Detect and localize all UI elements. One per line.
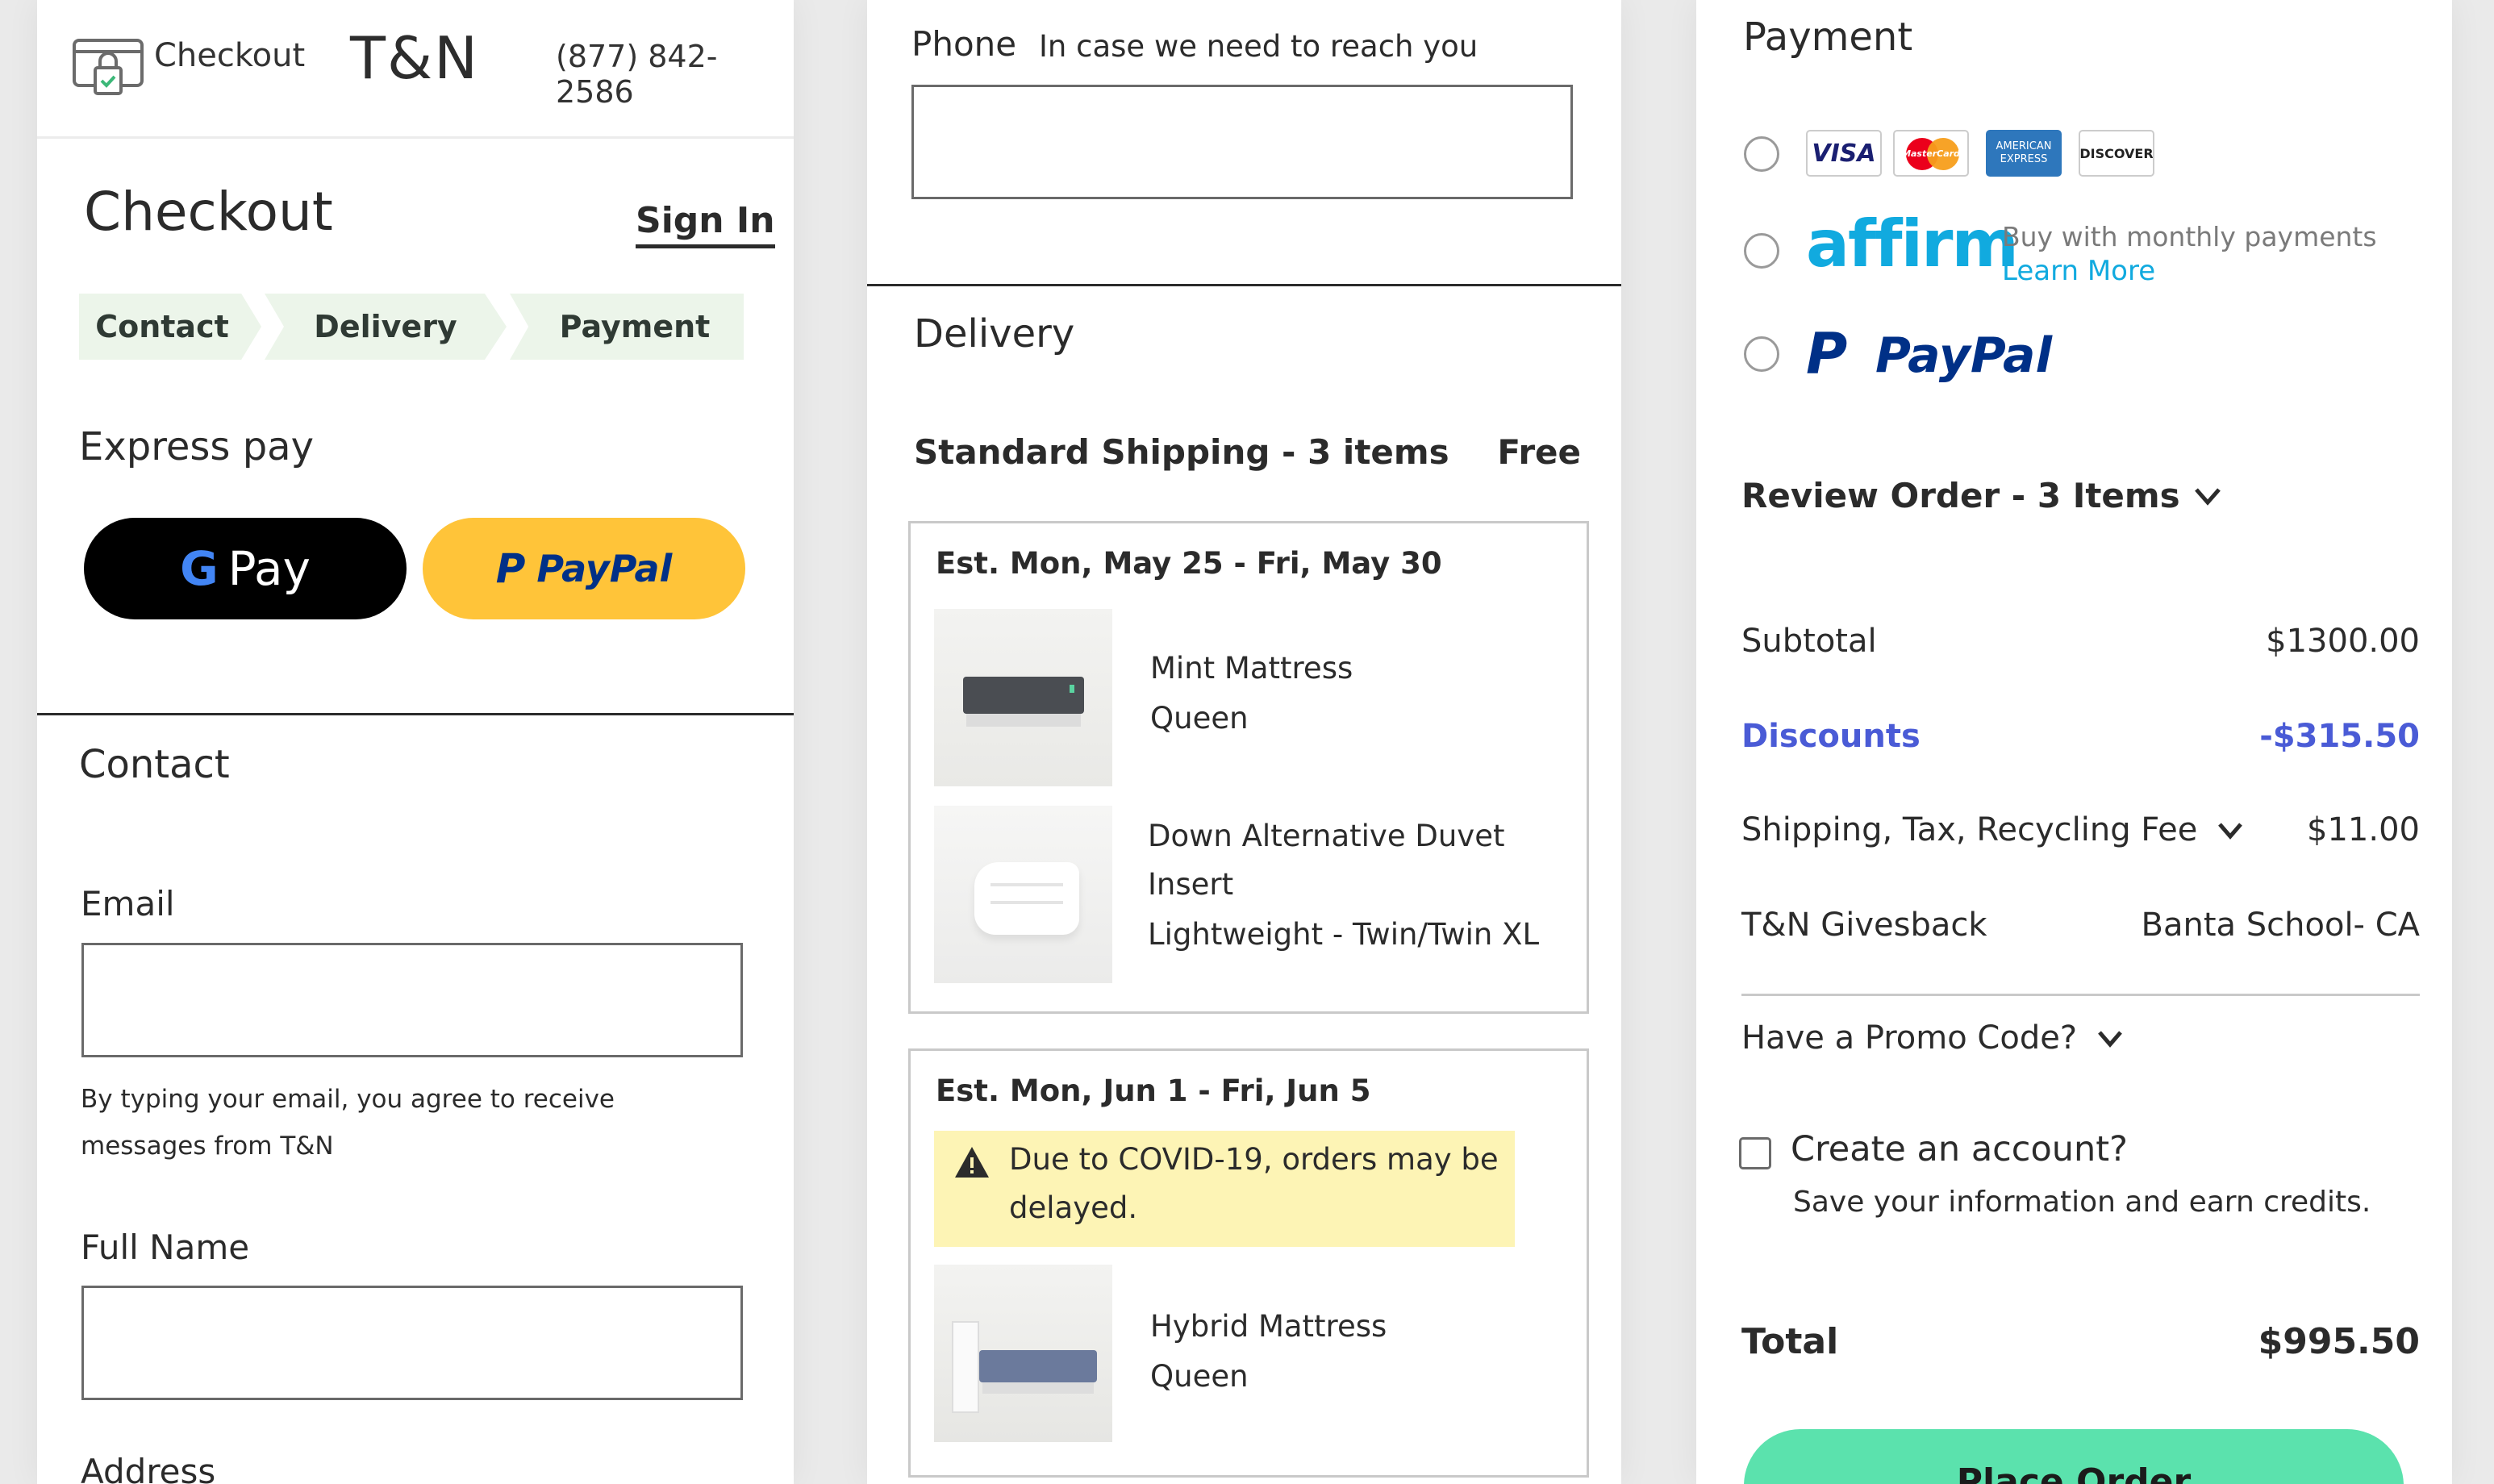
checkout-panel-delivery: Phone In case we need to reach you Deliv…	[867, 0, 1621, 1484]
discounts-label: Discounts	[1741, 718, 1921, 755]
affirm-description: Buy with monthly payments	[2002, 221, 2377, 252]
item-variant: Queen	[1150, 701, 1249, 736]
section-divider	[37, 713, 794, 715]
phone-label: Phone	[911, 24, 1017, 64]
brand-logo[interactable]: T&N	[350, 24, 479, 92]
item-variant: Lightweight - Twin/Twin XL	[1148, 917, 1540, 952]
create-account-label[interactable]: Create an account?	[1791, 1129, 2128, 1169]
google-g-icon: G	[180, 541, 219, 596]
place-order-button[interactable]: Place Order	[1744, 1429, 2404, 1484]
section-divider	[867, 284, 1621, 286]
header-checkout-label: Checkout	[154, 37, 306, 74]
paypal-logo-icon: P	[1806, 321, 1848, 387]
subtotal-value: $1300.00	[2266, 623, 2420, 660]
phone-hint: In case we need to reach you	[1039, 29, 1478, 64]
delivery-section-title: Delivery	[914, 311, 1075, 356]
covid-warning-text: Due to COVID-19, orders may be	[1009, 1142, 1499, 1177]
paypal-radio[interactable]	[1744, 336, 1779, 372]
total-label: Total	[1741, 1321, 1839, 1362]
shipping-tax-value: $11.00	[2307, 811, 2420, 848]
email-field[interactable]	[81, 943, 743, 1057]
item-name: Down Alternative Duvet	[1148, 819, 1505, 853]
shipping-tax-toggle[interactable]: Shipping, Tax, Recycling Fee	[1741, 811, 2244, 848]
create-account-checkbox[interactable]	[1739, 1137, 1771, 1169]
discounts-value: -$315.50	[2259, 718, 2420, 755]
warning-icon	[953, 1145, 991, 1179]
create-account-subtext: Save your information and earn credits.	[1793, 1186, 2371, 1219]
paypal-express-button[interactable]: P PayPal	[423, 518, 745, 619]
checkout-panel-payment: Payment VISA MasterCard AMERICAN EXPRESS…	[1696, 0, 2452, 1484]
express-pay-title: Express pay	[79, 424, 314, 469]
address-label: Address	[81, 1452, 216, 1484]
shipment-date-range: Est. Mon, May 25 - Fri, May 30	[936, 546, 1442, 581]
google-pay-button[interactable]: G Pay	[84, 518, 407, 619]
lock-icon	[71, 32, 145, 97]
visa-logo: VISA	[1806, 130, 1882, 177]
affirm-logo: affirm	[1806, 206, 2019, 281]
givesback-label: T&N Givesback	[1741, 907, 1987, 944]
step-payment-label: Payment	[559, 309, 711, 344]
discover-logo: DISCOVER	[2079, 130, 2154, 177]
total-value: $995.50	[2258, 1321, 2420, 1362]
email-label: Email	[81, 884, 175, 923]
checkout-panel-contact: Checkout T&N (877) 842-2586 Checkout Sig…	[37, 0, 794, 1484]
shipping-price: Free	[1497, 432, 1581, 472]
sign-in-link[interactable]: Sign In	[636, 200, 775, 248]
duvet-insert-image	[934, 806, 1112, 983]
google-pay-label: Pay	[227, 541, 311, 596]
paypal-option-label: PayPal	[1875, 327, 2053, 384]
chevron-down-icon	[2193, 481, 2222, 511]
item-name: Hybrid Mattress	[1150, 1309, 1387, 1344]
paypal-p-icon: P	[495, 545, 526, 592]
shipment-card: Est. Mon, May 25 - Fri, May 30 Mint Matt…	[908, 521, 1589, 1014]
item-name-line2: Insert	[1148, 867, 1234, 902]
phone-field[interactable]	[911, 85, 1573, 199]
paypal-express-label: PayPal	[536, 547, 673, 590]
step-payment[interactable]: Payment	[510, 294, 744, 360]
place-order-label: Place Order	[1956, 1461, 2192, 1484]
contact-section-title: Contact	[79, 742, 230, 787]
item-name: Mint Mattress	[1150, 651, 1353, 686]
hybrid-mattress-image	[934, 1265, 1112, 1442]
promo-code-toggle[interactable]: Have a Promo Code?	[1741, 1019, 2124, 1057]
affirm-radio[interactable]	[1744, 233, 1779, 269]
page-title: Checkout	[84, 181, 333, 243]
shipment-card: Est. Mon, Jun 1 - Fri, Jun 5 Due to COVI…	[908, 1048, 1589, 1478]
affirm-learn-more-link[interactable]: Learn More	[2002, 255, 2155, 287]
review-order-title: Review Order - 3 Items	[1741, 476, 2180, 515]
step-delivery[interactable]: Delivery	[265, 294, 507, 360]
givesback-value: Banta School- CA	[2141, 907, 2420, 944]
header-bar: Checkout T&N (877) 842-2586	[37, 0, 794, 139]
promo-code-label: Have a Promo Code?	[1741, 1019, 2078, 1057]
full-name-label: Full Name	[81, 1228, 250, 1267]
shipment-date-range: Est. Mon, Jun 1 - Fri, Jun 5	[936, 1073, 1371, 1108]
step-contact[interactable]: Contact	[79, 294, 261, 360]
email-consent-note: By typing your email, you agree to recei…	[81, 1085, 615, 1161]
review-order-toggle[interactable]: Review Order - 3 Items	[1741, 476, 2222, 515]
card-radio[interactable]	[1744, 136, 1779, 172]
chevron-down-icon	[2096, 1024, 2124, 1052]
full-name-field[interactable]	[81, 1286, 743, 1400]
summary-divider	[1741, 994, 2420, 996]
header-phone-link[interactable]: (877) 842-2586	[556, 39, 794, 110]
mint-mattress-image	[934, 609, 1112, 786]
mastercard-logo: MasterCard	[1893, 130, 1969, 177]
covid-warning-banner: Due to COVID-19, orders may be delayed.	[934, 1131, 1515, 1247]
shipping-tax-label: Shipping, Tax, Recycling Fee	[1741, 811, 2198, 848]
item-variant: Queen	[1150, 1359, 1249, 1394]
chevron-down-icon	[2217, 816, 2244, 844]
shipping-method-label: Standard Shipping - 3 items	[914, 432, 1449, 472]
covid-warning-text-line2: delayed.	[1009, 1190, 1138, 1225]
amex-logo: AMERICAN EXPRESS	[1986, 130, 2062, 177]
payment-section-title: Payment	[1743, 15, 1913, 60]
step-delivery-label: Delivery	[314, 309, 457, 344]
subtotal-label: Subtotal	[1741, 623, 1877, 660]
step-contact-label: Contact	[95, 309, 229, 344]
